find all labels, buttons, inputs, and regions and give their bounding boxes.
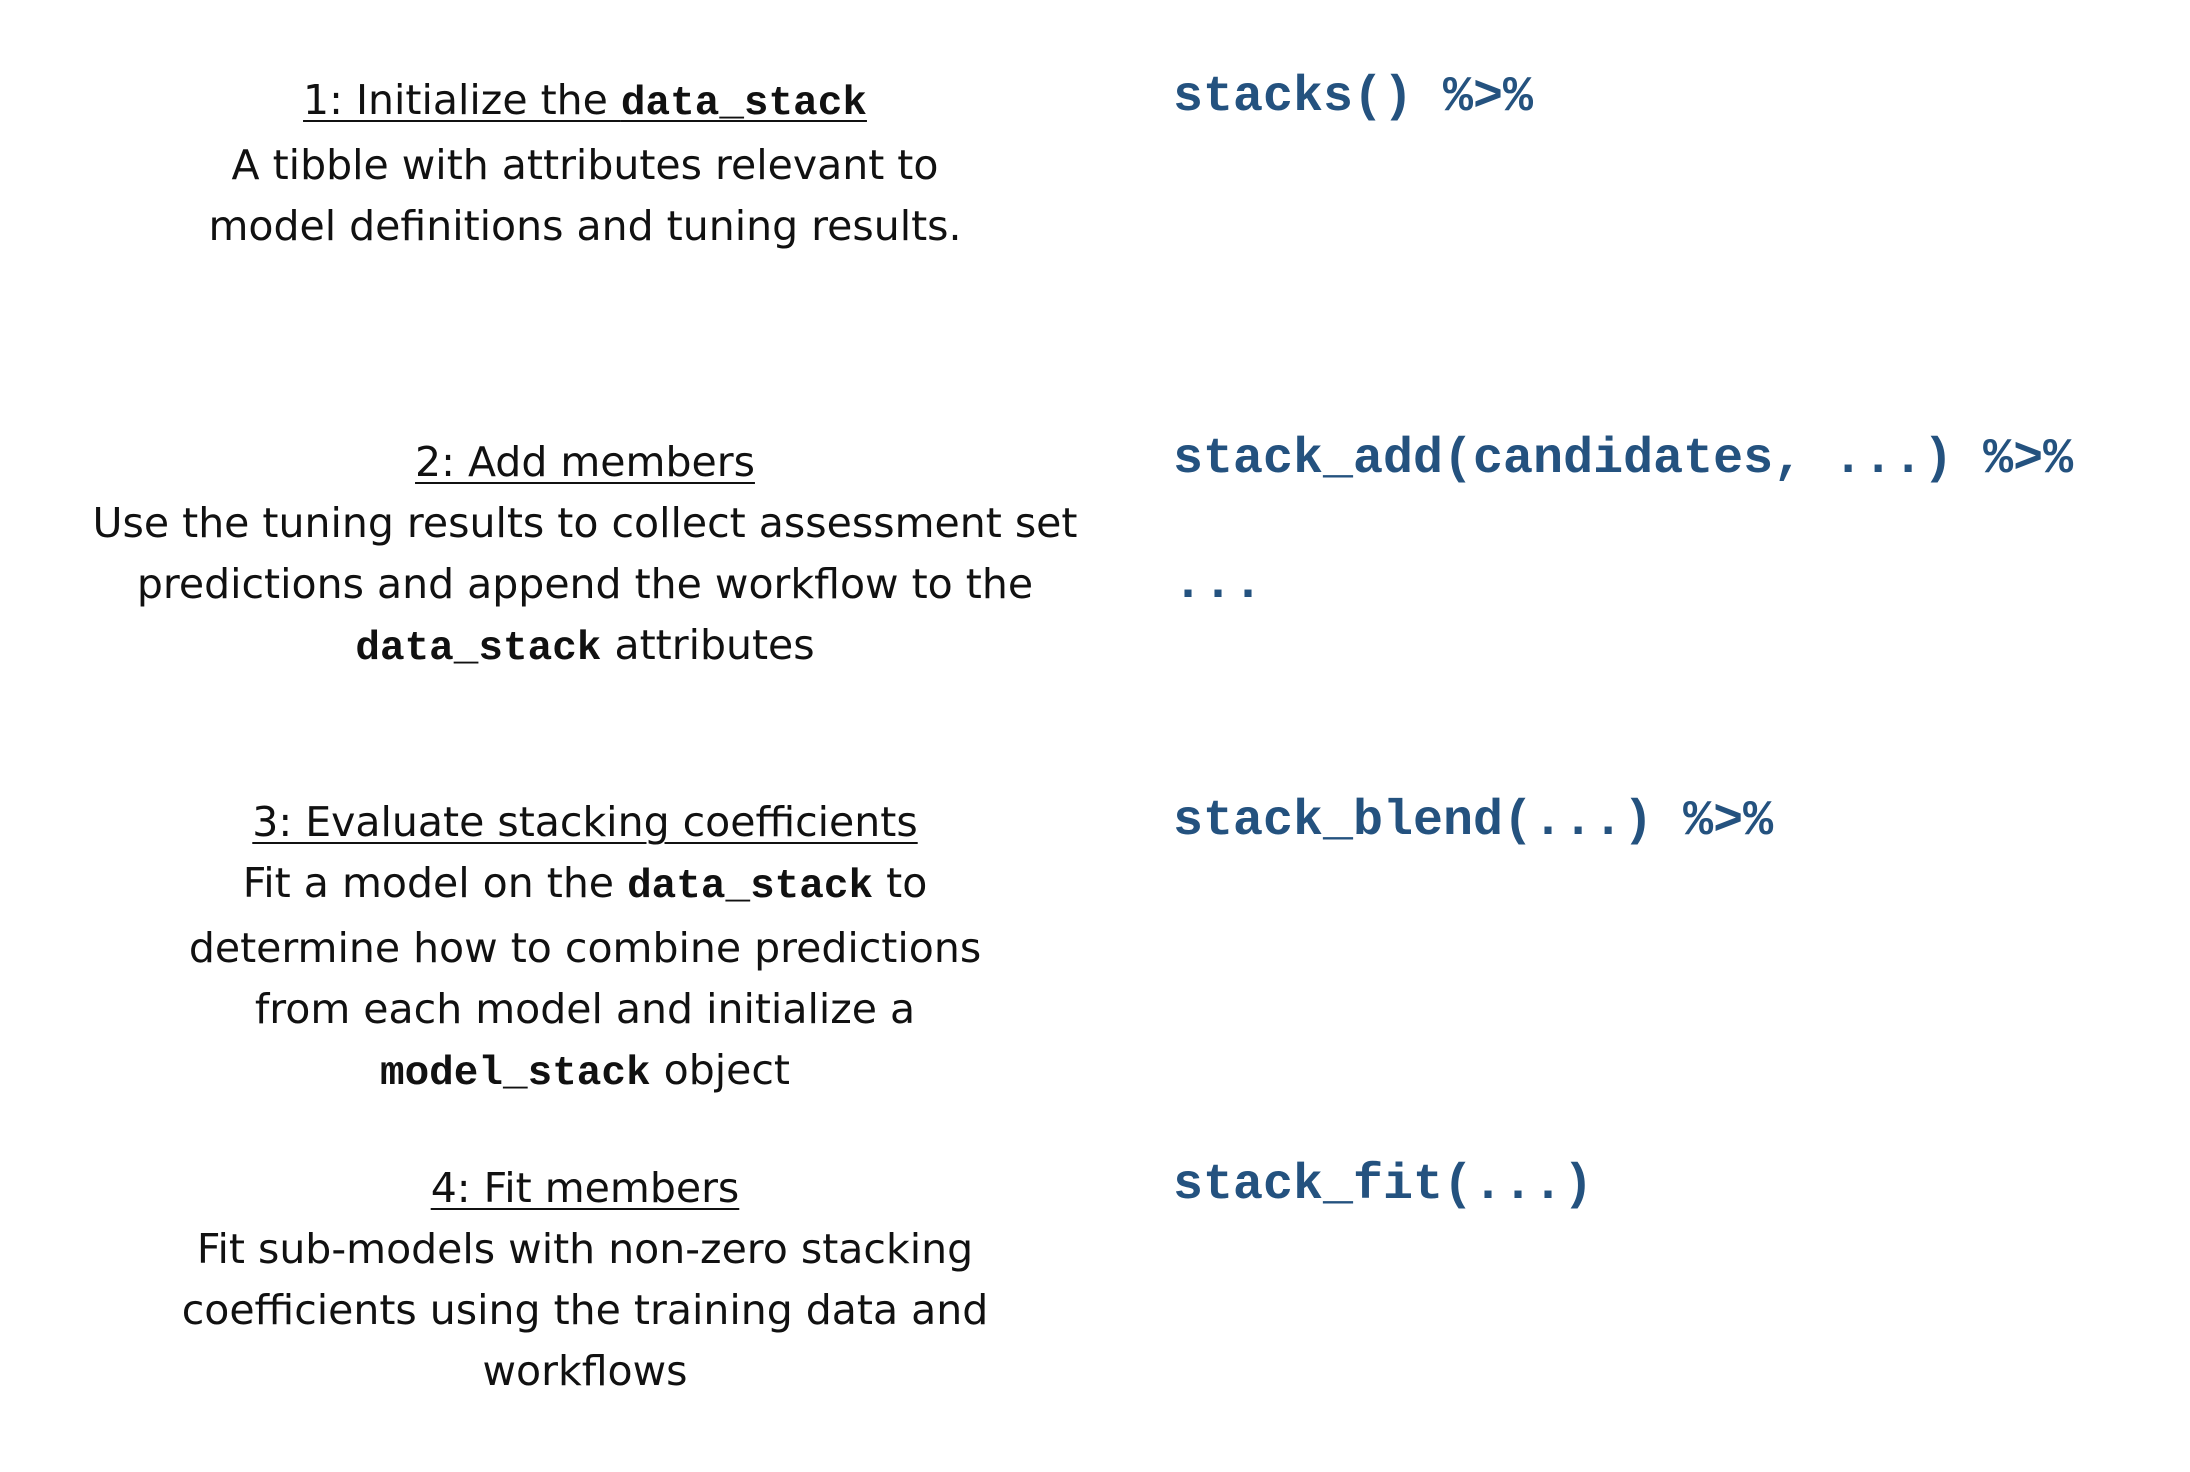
step-1-desc-line-2: model definitions and tuning results. — [208, 202, 962, 250]
step-1-title-code: data_stack — [620, 81, 867, 127]
code-stack-blend: stack_blend(...) %>% — [1173, 793, 1774, 850]
step-3-title: 3: Evaluate stacking coefficients — [252, 798, 918, 846]
step-2-title: 2: Add members — [415, 438, 755, 486]
code-stack-fit: stack_fit(...) — [1173, 1157, 1594, 1214]
step-4-title: 4: Fit members — [430, 1164, 740, 1212]
step-2-desc-line-3: data_stack attributes — [355, 621, 815, 672]
step-3-desc-line-2: determine how to combine predictions — [188, 924, 982, 972]
code-stacks: stacks() %>% — [1173, 69, 1534, 126]
step-4-desc-line-1: Fit sub-models with non-zero stacking — [196, 1225, 974, 1273]
step-2-desc-code: data_stack — [355, 626, 602, 672]
step-3-desc-code-2: model_stack — [379, 1051, 651, 1097]
step-3-desc-line-1: Fit a model on the data_stack to — [242, 859, 928, 910]
step-4-desc-line-2: coefficients using the training data and — [181, 1286, 989, 1334]
step-2: 2: Add members Use the tuning results to… — [90, 432, 1080, 680]
step-4: 4: Fit members Fit sub-models with non-z… — [90, 1158, 1080, 1402]
step-3-desc-line-3: from each model and initialize a — [254, 985, 916, 1033]
step-3-desc-code-1: data_stack — [627, 864, 874, 910]
code-ellipsis: ... — [1173, 556, 1264, 613]
step-3-desc-line-4: model_stack object — [379, 1046, 791, 1097]
step-4-desc-line-3: workflows — [482, 1347, 688, 1395]
stacks-workflow-diagram: { "steps": [ { "title_prefix": "1: Initi… — [0, 0, 2190, 1472]
step-3: 3: Evaluate stacking coefficients Fit a … — [90, 792, 1080, 1105]
step-2-desc-line-1: Use the tuning results to collect assess… — [92, 499, 1078, 547]
step-1-desc-line-1: A tibble with attributes relevant to — [231, 141, 939, 189]
step-1: 1: Initialize the data_stack A tibble wi… — [90, 70, 1080, 257]
step-1-title: 1: Initialize the data_stack — [303, 76, 867, 127]
code-stack-add: stack_add(candidates, ...) %>% — [1173, 431, 2074, 488]
step-2-desc-line-2: predictions and append the workflow to t… — [136, 560, 1034, 608]
